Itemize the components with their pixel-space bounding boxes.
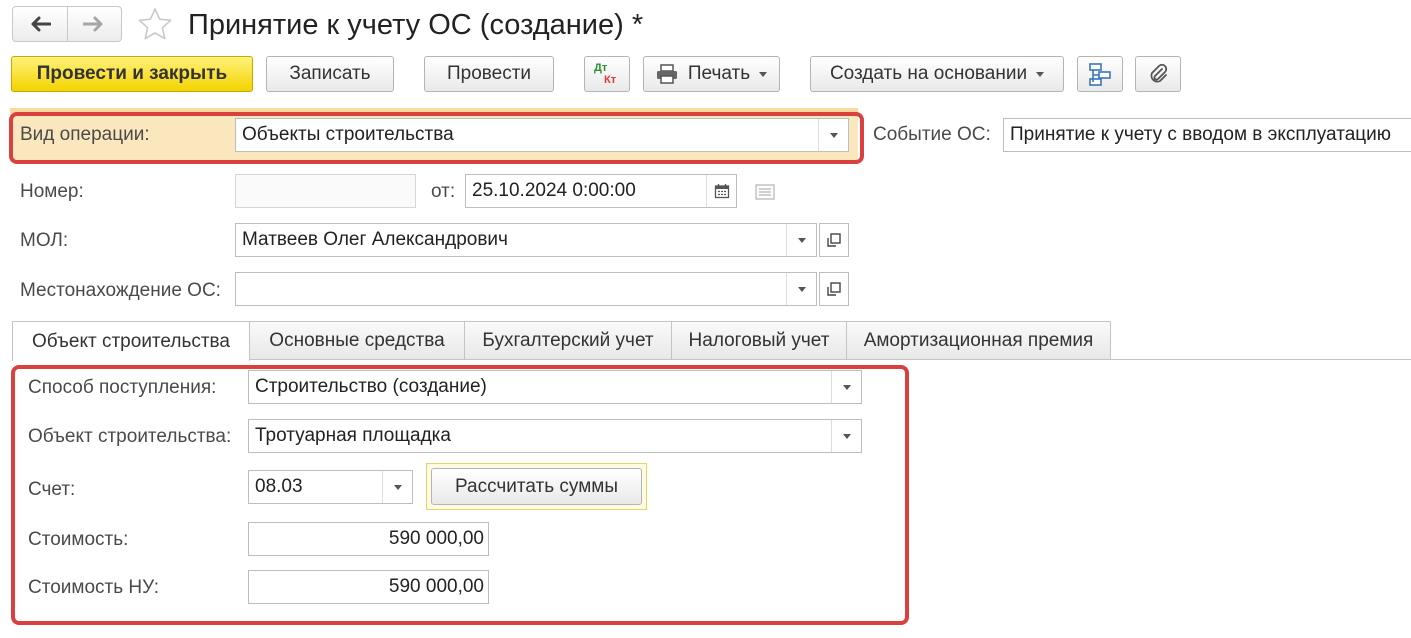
- tab-construction-object[interactable]: Объект строительства: [12, 321, 250, 361]
- mol-select[interactable]: Матвеев Олег Александрович: [235, 223, 817, 257]
- dropdown-button[interactable]: [786, 224, 816, 256]
- save-button[interactable]: Записать: [266, 56, 394, 92]
- arrow-right-icon: [83, 16, 103, 32]
- number-label: Номер:: [20, 181, 84, 202]
- printer-icon: [656, 64, 677, 84]
- save-label: Записать: [289, 63, 371, 84]
- operation-type-outline: [9, 112, 864, 164]
- open-window-icon: [827, 233, 841, 247]
- location-label: Местонахождение ОС:: [20, 280, 221, 301]
- construction-details-outline: [11, 365, 909, 625]
- chevron-down-icon: [759, 71, 768, 77]
- mol-label: МОЛ:: [20, 230, 69, 251]
- number-input[interactable]: [235, 174, 416, 208]
- date-input[interactable]: 25.10.2024 0:00:00: [465, 174, 737, 208]
- tab-label: Объект строительства: [32, 330, 230, 352]
- back-button[interactable]: [13, 7, 67, 41]
- post-and-close-label: Провести и закрыть: [36, 63, 228, 84]
- mol-open-button[interactable]: [819, 223, 849, 257]
- tab-label: Налоговый учет: [688, 329, 830, 351]
- dropdown-button[interactable]: [786, 273, 816, 305]
- tab-fixed-assets[interactable]: Основные средства: [249, 321, 465, 359]
- open-window-icon: [827, 282, 841, 296]
- tab-accounting[interactable]: Бухгалтерский учет: [464, 321, 672, 359]
- structure-button[interactable]: [1077, 56, 1123, 92]
- post-button[interactable]: Провести: [424, 56, 554, 92]
- chevron-down-icon: [1036, 71, 1045, 77]
- tab-label: Бухгалтерский учет: [482, 329, 654, 351]
- location-open-button[interactable]: [819, 272, 849, 306]
- arrow-left-icon: [31, 16, 51, 32]
- calendar-button[interactable]: [706, 175, 736, 207]
- create-based-on-button[interactable]: Создать на основании: [810, 56, 1064, 92]
- dt-kt-button[interactable]: Дт Кт: [584, 56, 630, 92]
- page-title: Принятие к учету ОС (создание) *: [188, 9, 644, 41]
- print-button[interactable]: Печать: [643, 56, 780, 92]
- date-value: 25.10.2024 0:00:00: [472, 180, 636, 201]
- tab-tax-accounting[interactable]: Налоговый учет: [671, 321, 847, 359]
- event-value: Принятие к учету с вводом в эксплуатацию: [1010, 124, 1392, 145]
- attachments-button[interactable]: [1135, 56, 1181, 92]
- tab-label: Основные средства: [269, 329, 445, 351]
- chevron-down-icon: [797, 286, 806, 292]
- calendar-icon: [714, 184, 729, 199]
- post-and-close-button[interactable]: Провести и закрыть: [11, 56, 253, 92]
- print-label: Печать: [687, 63, 751, 84]
- mol-value: Матвеев Олег Александрович: [242, 229, 508, 250]
- hierarchy-icon: [1089, 63, 1111, 86]
- tab-label: Амортизационная премия: [863, 329, 1094, 351]
- event-label: Событие ОС:: [873, 124, 991, 145]
- paperclip-icon: [1150, 63, 1168, 83]
- tab-depreciation-bonus[interactable]: Амортизационная премия: [846, 321, 1111, 359]
- create-based-on-label: Создать на основании: [829, 63, 1028, 84]
- kt-text: Кт: [604, 74, 617, 86]
- forward-button[interactable]: [66, 7, 122, 41]
- favorite-star-icon[interactable]: [136, 6, 174, 44]
- location-select[interactable]: [235, 272, 817, 306]
- chevron-down-icon: [797, 237, 806, 243]
- post-label: Провести: [446, 63, 532, 84]
- dt-kt-icon: Дт Кт: [592, 61, 622, 87]
- history-nav: [12, 6, 122, 42]
- date-label: от:: [431, 181, 456, 202]
- event-field[interactable]: Принятие к учету с вводом в эксплуатацию: [1003, 118, 1411, 152]
- dt-text: Дт: [594, 62, 608, 74]
- comment-icon[interactable]: [755, 184, 775, 206]
